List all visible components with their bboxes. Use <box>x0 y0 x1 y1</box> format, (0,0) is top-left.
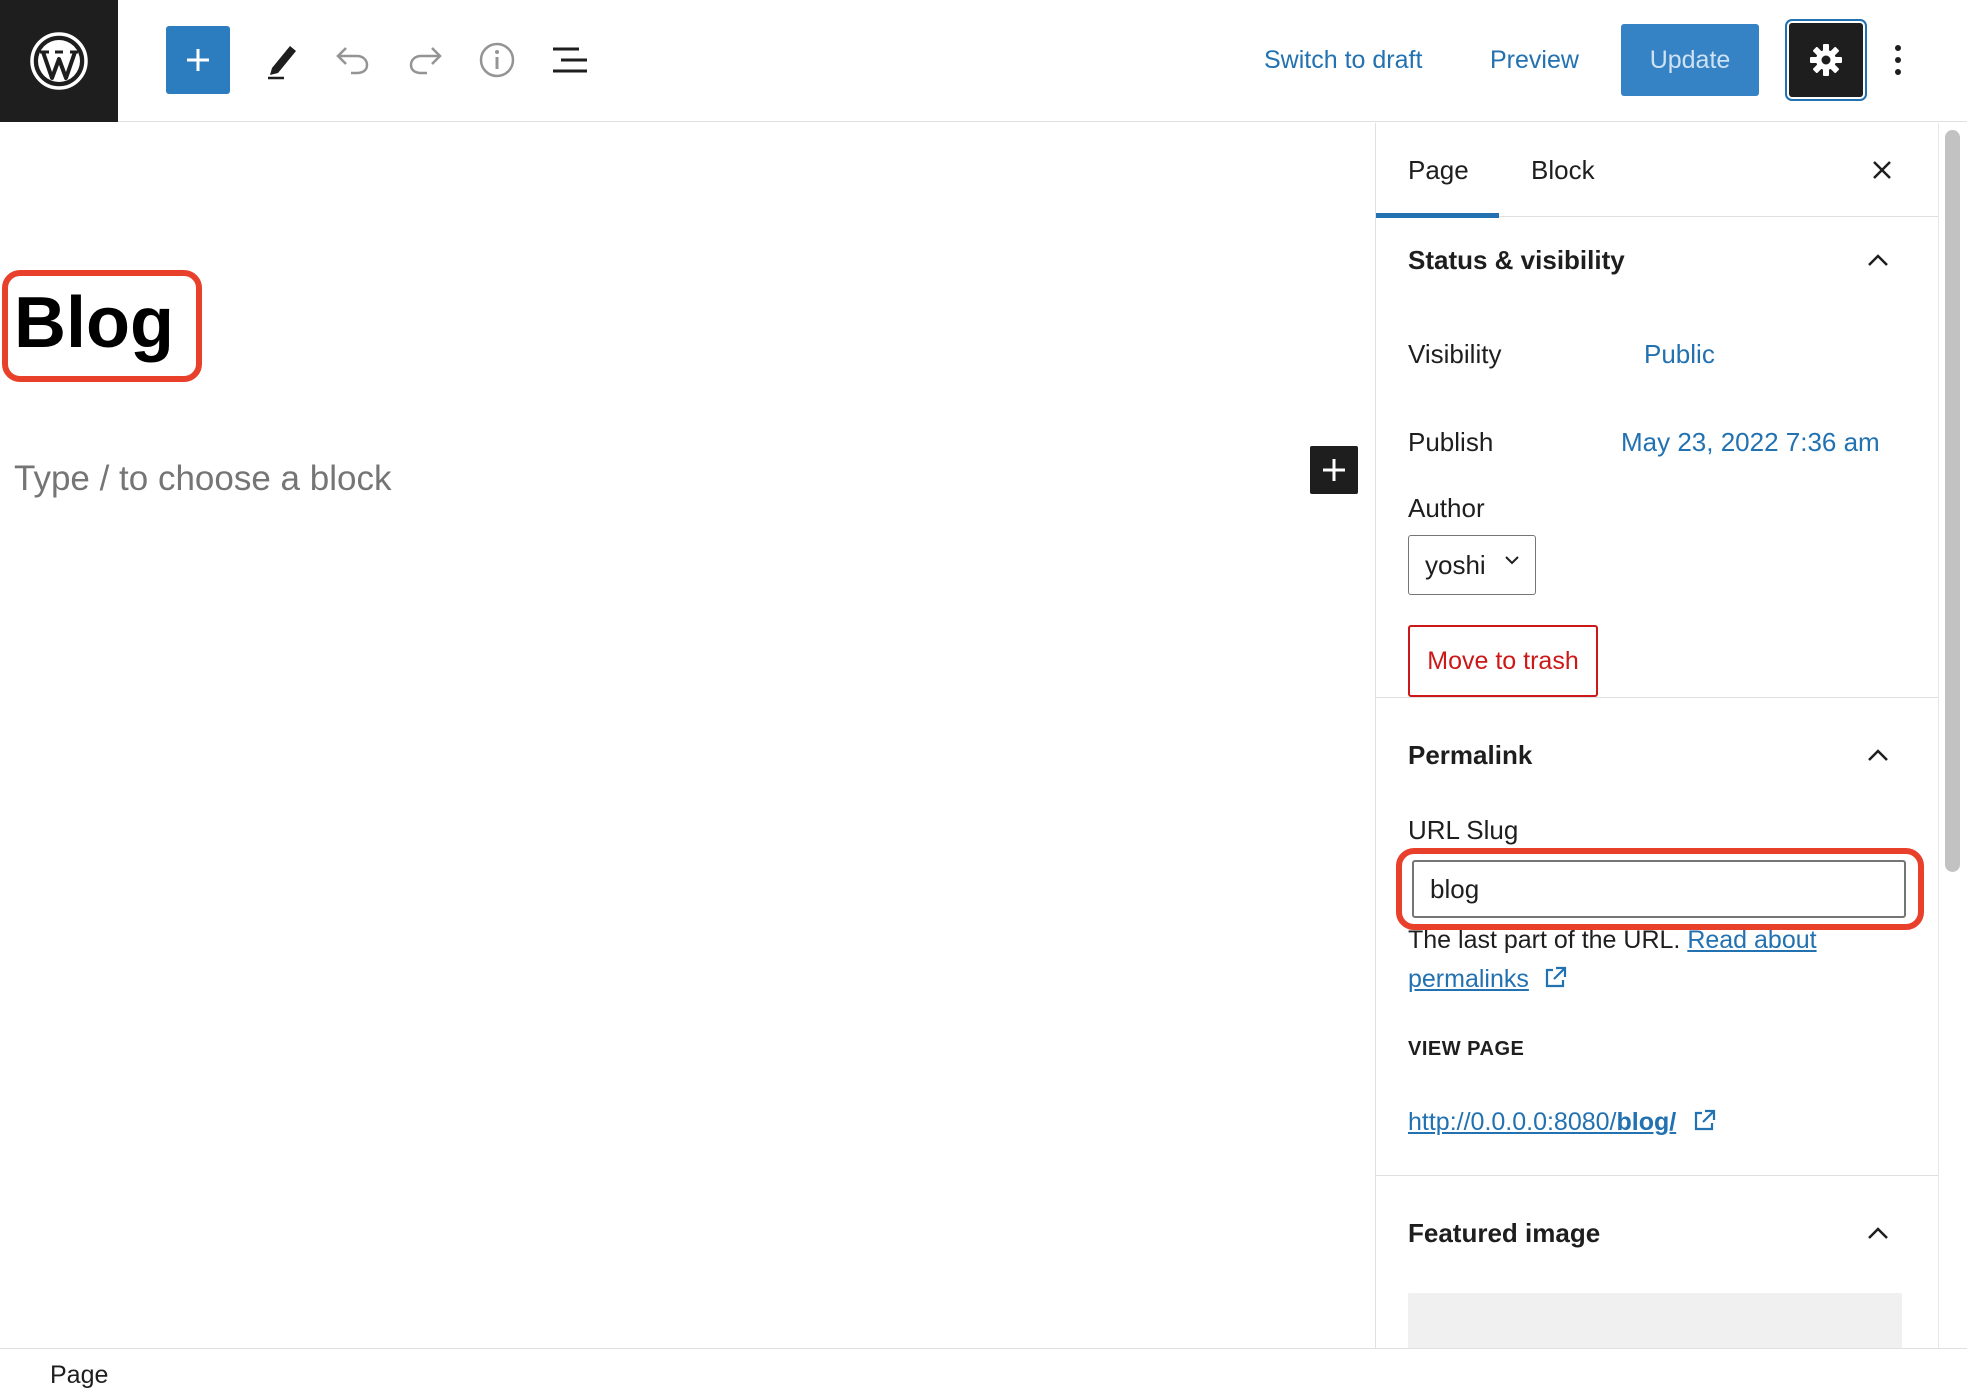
info-icon <box>479 42 515 78</box>
author-label: Author <box>1408 493 1485 523</box>
visibility-label: Visibility <box>1408 339 1502 369</box>
move-to-trash-button[interactable]: Move to trash <box>1408 625 1598 697</box>
chevron-down-icon <box>1505 556 1519 565</box>
switch-to-draft-button[interactable]: Switch to draft <box>1264 40 1422 80</box>
author-select-value: yoshi <box>1425 549 1486 580</box>
options-menu-button[interactable] <box>1880 34 1916 86</box>
url-prefix: http://0.0.0.0:8080/ <box>1408 1108 1617 1136</box>
permalink-heading[interactable]: Permalink <box>1408 735 1532 775</box>
external-link-icon <box>1545 966 1566 988</box>
url-slug-input[interactable]: blog <box>1412 860 1906 918</box>
block-appender-placeholder[interactable]: Type / to choose a block <box>14 455 391 503</box>
read-about-link[interactable]: Read about <box>1687 926 1816 954</box>
tab-page[interactable]: Page <box>1376 123 1499 218</box>
close-icon <box>1873 161 1891 179</box>
update-button[interactable]: Update <box>1621 24 1759 96</box>
preview-button[interactable]: Preview <box>1490 40 1579 80</box>
permalinks-link[interactable]: permalinks <box>1408 965 1529 993</box>
plus-icon <box>187 49 209 71</box>
redo-icon <box>409 47 442 75</box>
view-page-label: VIEW PAGE <box>1408 1038 1525 1060</box>
settings-sidebar: Page Block Status & visibility Visibilit… <box>1375 123 1938 1348</box>
more-vertical-icon <box>1895 45 1901 75</box>
gear-icon <box>1810 44 1842 76</box>
url-slug-label: URL Slug <box>1408 815 1519 845</box>
wordpress-logo-icon[interactable] <box>0 0 118 122</box>
chevron-up-icon[interactable] <box>1863 1218 1893 1248</box>
set-featured-image-button[interactable] <box>1408 1293 1902 1348</box>
editor-canvas <box>0 123 1375 1348</box>
settings-button[interactable] <box>1789 23 1863 97</box>
featured-image-heading[interactable]: Featured image <box>1408 1213 1600 1253</box>
featured-image-panel: Featured image <box>1376 1177 1938 1348</box>
publish-label: Publish <box>1408 427 1494 457</box>
pencil-icon <box>268 46 296 80</box>
undo-button[interactable] <box>323 26 383 94</box>
editor-footer: Page <box>0 1348 1967 1399</box>
tools-button[interactable] <box>252 26 312 94</box>
redo-button[interactable] <box>395 26 455 94</box>
close-sidebar-button[interactable] <box>1861 149 1903 191</box>
permalink-panel: Permalink URL Slug blog The last part of… <box>1376 699 1938 1176</box>
tab-block[interactable]: Block <box>1499 123 1627 217</box>
publish-date-toggle[interactable]: May 23, 2022 7:36 am <box>1621 422 1880 462</box>
plus-icon <box>1323 459 1345 481</box>
sidebar-tabs: Page Block <box>1376 123 1938 218</box>
list-view-button[interactable] <box>540 26 600 94</box>
list-view-icon <box>553 47 587 73</box>
permalink-help-text: The last part of the URL. Read about per… <box>1408 921 1908 999</box>
chevron-up-icon[interactable] <box>1863 245 1893 275</box>
block-breadcrumb[interactable]: Page <box>50 1357 108 1393</box>
block-inserter-button[interactable] <box>166 26 230 94</box>
page-title[interactable]: Blog <box>14 281 174 365</box>
help-text-prefix: The last part of the URL. <box>1408 926 1681 954</box>
status-visibility-panel: Status & visibility Visibility Public Pu… <box>1376 218 1938 698</box>
chevron-up-icon[interactable] <box>1863 740 1893 770</box>
details-button[interactable] <box>467 26 527 94</box>
undo-icon <box>336 47 369 75</box>
sidebar-scrollbar-thumb[interactable] <box>1945 130 1960 872</box>
status-visibility-heading[interactable]: Status & visibility <box>1408 240 1625 280</box>
external-link-icon <box>1695 1109 1716 1131</box>
visibility-toggle[interactable]: Public <box>1644 334 1715 374</box>
url-slug-bold: blog/ <box>1616 1108 1677 1136</box>
add-block-button[interactable] <box>1310 446 1358 494</box>
view-page-url-link[interactable]: http://0.0.0.0:8080/blog/ <box>1408 1104 1717 1140</box>
editor-header: Switch to draft Preview Update <box>0 0 1967 122</box>
author-select[interactable]: yoshi <box>1408 535 1536 595</box>
